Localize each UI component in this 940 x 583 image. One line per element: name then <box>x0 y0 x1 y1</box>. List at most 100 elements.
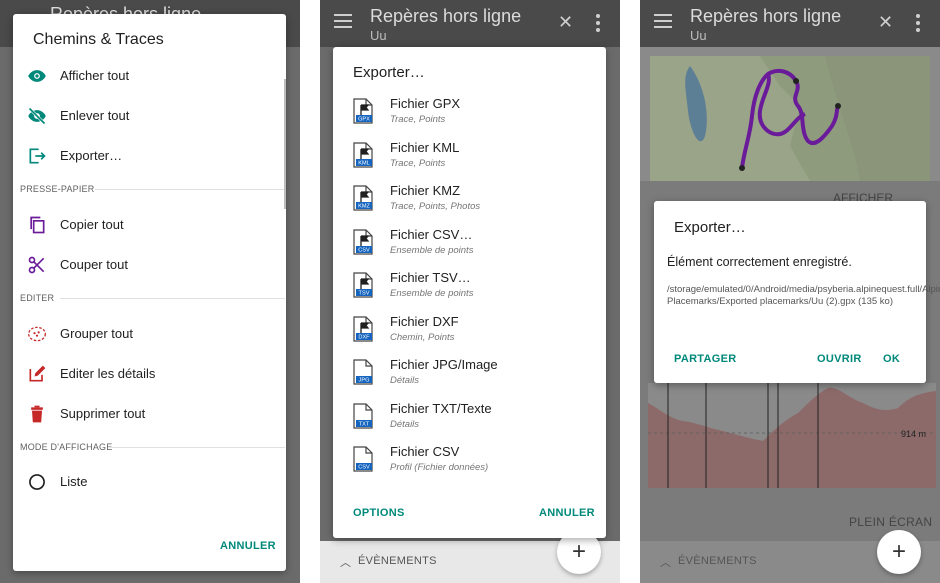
file-format-item[interactable]: CSV Fichier CSV… Ensemble de points <box>333 224 606 268</box>
edit-icon <box>29 365 46 382</box>
more-options-icon[interactable] <box>916 14 920 35</box>
menu-item-copy-all[interactable]: Copier tout <box>13 205 286 245</box>
file-icon: TXT <box>353 402 373 429</box>
menu-item-group-all[interactable]: Grouper tout <box>13 314 286 354</box>
svg-text:GPX: GPX <box>358 117 370 123</box>
file-format-name: Fichier KML <box>390 139 460 155</box>
file-icon: DXF <box>353 315 373 342</box>
app-subtitle: Uu <box>370 28 387 43</box>
file-format-item[interactable]: GPX Fichier GPX Trace, Points <box>333 93 606 137</box>
file-format-description: Trace, Points <box>390 114 446 125</box>
file-format-item[interactable]: TSV Fichier TSV… Ensemble de points <box>333 267 606 311</box>
close-icon[interactable]: ✕ <box>558 12 573 33</box>
cancel-button[interactable]: ANNULER <box>220 540 276 552</box>
svg-text:KML: KML <box>358 160 370 166</box>
app-title: Repères hors ligne <box>690 6 842 26</box>
file-format-item[interactable]: DXF Fichier DXF Chemin, Points <box>333 311 606 355</box>
open-button[interactable]: OUVRIR <box>817 353 862 365</box>
file-format-item[interactable]: CSV Fichier CSV Profil (Fichier données) <box>333 441 606 485</box>
file-icon: CSV <box>353 228 373 255</box>
menu-item-label: Enlever tout <box>60 108 130 123</box>
more-options-icon[interactable] <box>596 14 600 35</box>
menu-item-label: Couper tout <box>60 257 128 272</box>
file-format-name: Fichier JPG/Image <box>390 357 498 372</box>
file-icon: KML <box>353 141 373 168</box>
screen-export-success: Repères hors ligne Uu ✕ AFFICHER 914 m P… <box>640 0 940 583</box>
section-header-display-mode: MODE D'AFFICHAGE <box>20 442 113 452</box>
svg-text:KMZ: KMZ <box>358 204 370 210</box>
menu-item-edit-details[interactable]: Editer les détails <box>13 354 286 394</box>
cancel-button[interactable]: ANNULER <box>539 507 595 519</box>
group-icon <box>28 326 46 342</box>
menu-item-cut-all[interactable]: Couper tout <box>13 245 286 285</box>
chevron-up-icon: ︿ <box>660 557 671 569</box>
app-title: Repères hors ligne <box>370 6 522 26</box>
scissors-icon <box>28 256 45 274</box>
menu-item-export[interactable]: Exporter… <box>13 136 286 176</box>
file-format-item[interactable]: KML Fichier KML Trace, Points <box>333 137 606 181</box>
svg-text:TXT: TXT <box>359 421 370 427</box>
options-button[interactable]: OPTIONS <box>353 507 405 519</box>
scrollbar[interactable] <box>284 79 286 209</box>
events-label: ÉVÈNEMENTS <box>358 555 437 567</box>
menu-item-label: Supprimer tout <box>60 406 146 421</box>
file-icon: CSV <box>353 446 373 472</box>
menu-icon[interactable] <box>654 14 672 28</box>
add-fab-button[interactable]: + <box>877 530 921 574</box>
success-message: Élément correctement enregistré. <box>667 255 852 269</box>
close-icon[interactable]: ✕ <box>878 12 893 33</box>
file-format-description: Détails <box>390 375 420 386</box>
screen-export-dialog: Repères hors ligne Uu ✕ ︿ ÉVÈNEMENTS + E… <box>320 0 620 583</box>
file-format-item[interactable]: JPG Fichier JPG/Image Détails <box>333 354 606 398</box>
file-icon: TSV <box>353 272 373 298</box>
svg-text:CSV: CSV <box>358 465 370 471</box>
elevation-label: 914 m <box>901 429 927 439</box>
file-format-item[interactable]: KMZ Fichier KMZ Trace, Points, Photos <box>333 180 606 224</box>
menu-item-delete-all[interactable]: Supprimer tout <box>13 394 286 434</box>
export-success-dialog: Exporter… Élément correctement enregistr… <box>654 201 940 383</box>
divider <box>60 298 285 299</box>
svg-text:CSV: CSV <box>358 247 370 253</box>
menu-item-label: Grouper tout <box>60 326 133 341</box>
export-icon <box>29 148 46 164</box>
file-format-name: Fichier TSV… <box>390 270 471 285</box>
chevron-up-icon: ︿ <box>340 557 351 569</box>
elevation-profile[interactable] <box>648 383 936 488</box>
app-bar: Repères hors ligne Uu ✕ <box>320 0 620 47</box>
events-label: ÉVÈNEMENTS <box>678 555 757 567</box>
file-format-name: Fichier CSV <box>390 444 460 459</box>
file-format-description: Chemin, Points <box>390 331 455 343</box>
file-format-name: Fichier GPX <box>390 96 461 111</box>
track-map[interactable] <box>650 56 930 181</box>
app-bar: Repères hors ligne Uu ✕ <box>640 0 940 47</box>
file-format-description: Profil (Fichier données) <box>390 462 489 473</box>
section-header-clipboard: PRESSE-PAPIER <box>20 184 95 194</box>
file-format-item[interactable]: TXT Fichier TXT/Texte Détails <box>333 398 606 442</box>
menu-item-label: Afficher tout <box>60 68 130 83</box>
menu-icon[interactable] <box>334 14 352 28</box>
menu-title: Chemins & Traces <box>33 31 164 48</box>
tracks-menu: Chemins & Traces Afficher tout Enlever t… <box>13 14 286 571</box>
file-icon: KMZ <box>353 185 373 211</box>
ok-button[interactable]: OK <box>883 353 900 365</box>
radio-list-mode[interactable]: Liste <box>13 462 286 502</box>
eye-icon <box>28 70 46 82</box>
file-format-name: Fichier KMZ <box>390 183 461 198</box>
menu-item-hide-all[interactable]: Enlever tout <box>13 96 286 136</box>
file-format-description: Trace, Points, Photos <box>390 201 481 212</box>
menu-item-label: Copier tout <box>60 217 124 232</box>
section-header-edit: EDITER <box>20 293 55 303</box>
svg-text:JPG: JPG <box>359 378 370 384</box>
dialog-title: Exporter… <box>353 64 425 81</box>
file-format-description: Détails <box>390 418 420 430</box>
svg-text:DXF: DXF <box>358 334 370 340</box>
menu-item-show-all[interactable]: Afficher tout <box>13 56 286 96</box>
file-icon: GPX <box>353 98 373 124</box>
menu-item-label: Editer les détails <box>60 366 156 381</box>
fullscreen-button[interactable]: PLEIN ÉCRAN <box>849 515 932 529</box>
screen-menu: Repères hors ligne Chemins & Traces Affi… <box>0 0 300 583</box>
divider <box>95 189 285 190</box>
divider <box>111 447 285 448</box>
share-button[interactable]: PARTAGER <box>674 353 737 365</box>
dialog-title: Exporter… <box>674 219 746 236</box>
